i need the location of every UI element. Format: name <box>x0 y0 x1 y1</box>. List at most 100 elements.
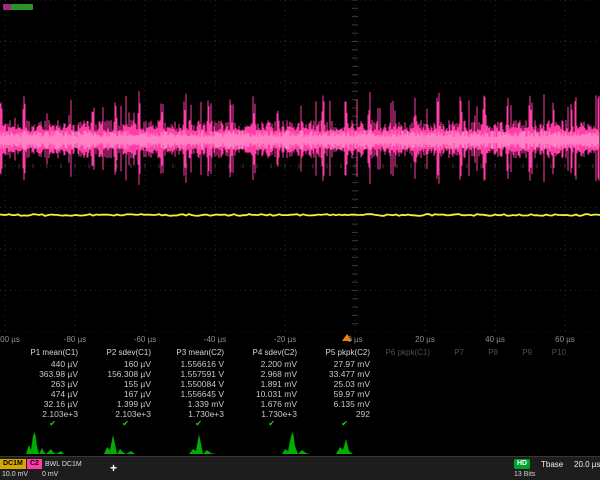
timebase-scale: 20.0 µs <box>574 460 600 469</box>
param-value-cell <box>438 399 472 409</box>
time-axis-label: 00 µs <box>0 335 20 344</box>
param-value-cell <box>438 369 472 379</box>
param-header-p4[interactable]: P4 sdev(C2) <box>232 347 305 359</box>
histicon-p5 <box>336 430 358 454</box>
param-value-cell: 1.557591 V <box>159 369 232 379</box>
param-value-cell: 2.103e+3 <box>0 409 86 419</box>
timebase-descriptor[interactable]: Tbase <box>541 460 563 469</box>
param-status-cell: ✔ <box>305 419 378 429</box>
param-value-cell: 25.03 mV <box>305 379 378 389</box>
param-header-p2[interactable]: P2 sdev(C1) <box>86 347 159 359</box>
param-value-cell <box>472 359 506 369</box>
param-value-cell: 33.477 mV <box>305 369 378 379</box>
cursor-marker[interactable]: + <box>110 461 117 475</box>
hd-badge: HD <box>514 459 530 469</box>
param-value-cell <box>540 379 574 389</box>
param-header-p3[interactable]: P3 mean(C2) <box>159 347 232 359</box>
time-axis-label: -80 µs <box>64 335 86 344</box>
histicon-row <box>0 430 600 456</box>
time-axis-label: 60 µs <box>555 335 575 344</box>
time-axis: 00 µs-80 µs-60 µs-40 µs-20 µs0 µs20 µs40… <box>0 332 600 347</box>
param-header-p5[interactable]: P5 pkpk(C2) <box>305 347 378 359</box>
time-axis-label: -60 µs <box>134 335 156 344</box>
waveform-plot <box>0 0 600 332</box>
param-status-cell <box>540 419 574 429</box>
param-value-cell: 160 µV <box>86 359 159 369</box>
measurement-table: P1 mean(C1) P2 sdev(C1) P3 mean(C2) P4 s… <box>0 347 600 429</box>
param-status-cell: ✔ <box>232 419 305 429</box>
param-value-cell <box>438 389 472 399</box>
time-axis-label: 20 µs <box>415 335 435 344</box>
param-value-cell <box>472 399 506 409</box>
param-header-p7[interactable]: P7 <box>438 347 472 359</box>
param-status-cell: ✔ <box>86 419 159 429</box>
param-value-cell: 2.200 mV <box>232 359 305 369</box>
param-value-cell <box>438 409 472 419</box>
param-value-cell: 1.676 mV <box>232 399 305 409</box>
param-header-p1[interactable]: P1 mean(C1) <box>0 347 86 359</box>
param-value-cell <box>378 409 438 419</box>
param-value-cell <box>438 359 472 369</box>
param-value-cell <box>378 379 438 389</box>
param-value-cell: 155 µV <box>86 379 159 389</box>
param-value-cell <box>540 389 574 399</box>
param-value-cell <box>506 369 540 379</box>
param-header-p6[interactable]: P6 pkpk(C1) <box>378 347 438 359</box>
param-value-cell <box>472 369 506 379</box>
param-value-cell: 6.135 mV <box>305 399 378 409</box>
param-value-cell <box>378 359 438 369</box>
param-header-p10[interactable]: P10 <box>540 347 574 359</box>
param-value-cell: 2.968 mV <box>232 369 305 379</box>
param-status-cell: ✔ <box>159 419 232 429</box>
param-value-cell: 167 µV <box>86 389 159 399</box>
param-value-cell <box>506 399 540 409</box>
param-value-cell: 27.97 mV <box>305 359 378 369</box>
param-value-cell <box>540 369 574 379</box>
histicon-p4 <box>282 430 316 454</box>
param-value-cell <box>472 379 506 389</box>
time-axis-label: -40 µs <box>204 335 226 344</box>
param-value-cell: 363.98 µV <box>0 369 86 379</box>
param-value-cell <box>378 399 438 409</box>
oscilloscope-screen: 00 µs-80 µs-60 µs-40 µs-20 µs0 µs20 µs40… <box>0 0 600 480</box>
channel1-offset: 0 mV <box>42 471 58 478</box>
param-value-cell <box>506 389 540 399</box>
param-value-cell: 2.103e+3 <box>86 409 159 419</box>
param-value-cell: 59.97 mV <box>305 389 378 399</box>
param-value-cell <box>540 399 574 409</box>
param-status-cell <box>438 419 472 429</box>
param-value-cell <box>540 409 574 419</box>
param-status-cell <box>506 419 540 429</box>
param-value-cell <box>438 379 472 389</box>
channel2-descriptor[interactable]: C2 <box>27 459 42 469</box>
param-value-cell: 1.556616 V <box>159 359 232 369</box>
histicon-p3 <box>189 430 219 454</box>
time-axis-label: -20 µs <box>274 335 296 344</box>
param-value-cell: 1.339 mV <box>159 399 232 409</box>
param-status-cell: ✔ <box>0 419 86 429</box>
param-value-cell: 1.730e+3 <box>159 409 232 419</box>
param-header-p9[interactable]: P9 <box>506 347 540 359</box>
param-value-cell: 1.550084 V <box>159 379 232 389</box>
param-value-cell <box>506 409 540 419</box>
channel1-descriptor[interactable]: DC1M <box>0 459 26 469</box>
param-value-cell: 10.031 mV <box>232 389 305 399</box>
param-value-cell: 440 µV <box>0 359 86 369</box>
time-axis-label: 0 µs <box>347 335 362 344</box>
param-value-cell: 32.16 µV <box>0 399 86 409</box>
param-value-cell <box>472 389 506 399</box>
param-value-cell <box>472 409 506 419</box>
param-value-cell: 1.891 mV <box>232 379 305 389</box>
param-value-cell <box>506 359 540 369</box>
param-value-cell <box>506 379 540 389</box>
top-left-annotation <box>3 4 33 10</box>
param-status-cell <box>472 419 506 429</box>
bottom-bar: DC1M C2 BWL DC1M 10.0 mV 0 mV + HD Tbase… <box>0 456 600 480</box>
param-value-cell: 1.730e+3 <box>232 409 305 419</box>
channel1-vdiv: 10.0 mV <box>2 471 28 478</box>
param-header-p8[interactable]: P8 <box>472 347 506 359</box>
timebase-resolution: 13 Bits <box>514 471 535 478</box>
param-value-cell: 474 µV <box>0 389 86 399</box>
param-value-cell: 156.308 µV <box>86 369 159 379</box>
param-value-cell: 263 µV <box>0 379 86 389</box>
